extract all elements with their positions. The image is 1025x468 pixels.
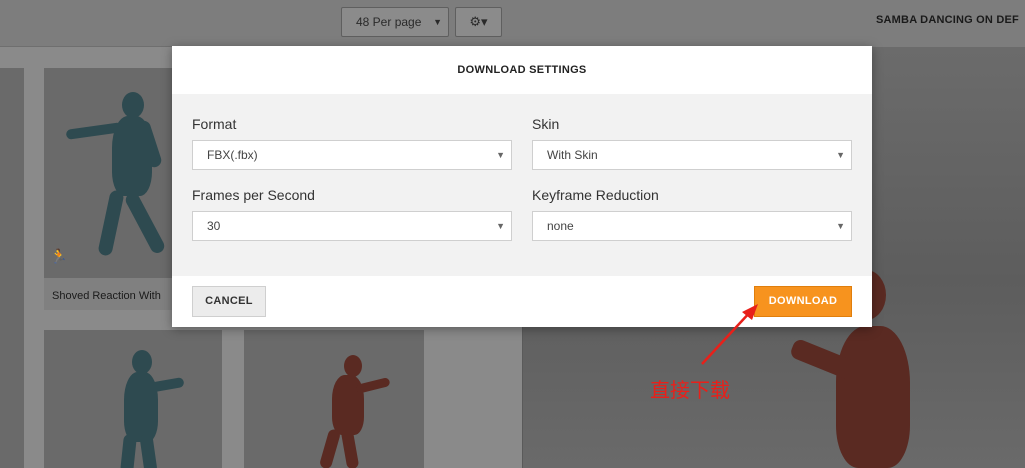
settings-button[interactable]: ⚙▾	[455, 7, 502, 37]
gear-icon: ⚙▾	[469, 14, 488, 29]
fps-value: 30	[207, 219, 221, 233]
annotation-text: 直接下载	[650, 378, 730, 402]
chevron-down-icon: ▼	[496, 221, 505, 231]
chevron-down-icon: ▼	[836, 150, 845, 160]
dialog-title: DOWNLOAD SETTINGS	[457, 64, 587, 76]
chevron-down-icon: ▼	[836, 221, 845, 231]
per-page-select[interactable]: 48 Per page ▼	[341, 7, 449, 37]
keyframe-reduction-label: Keyframe Reduction	[532, 187, 659, 203]
grid-toolbar: 48 Per page ▼ ⚙▾	[0, 0, 522, 47]
keyframe-reduction-value: none	[547, 219, 574, 233]
chevron-down-icon: ▼	[496, 150, 505, 160]
fps-select[interactable]: 30 ▼	[192, 211, 512, 241]
skin-value: With Skin	[547, 148, 598, 162]
download-settings-dialog: DOWNLOAD SETTINGS Format FBX(.fbx) ▼ Ski…	[172, 46, 872, 327]
skin-label: Skin	[532, 116, 560, 132]
per-page-label: 48 Per page	[356, 15, 422, 29]
format-select[interactable]: FBX(.fbx) ▼	[192, 140, 512, 170]
grid-tile[interactable]	[0, 68, 24, 330]
grid-tile[interactable]	[0, 330, 24, 468]
skin-select[interactable]: With Skin ▼	[532, 140, 852, 170]
dialog-body: Format FBX(.fbx) ▼ Skin With Skin ▼ Fram…	[172, 94, 872, 276]
preview-title: SAMBA DANCING ON DEF	[876, 14, 1019, 26]
cancel-button[interactable]: CANCEL	[192, 286, 266, 317]
running-figure-icon: 🏃	[50, 248, 68, 264]
format-label: Format	[192, 116, 237, 132]
chevron-down-icon: ▼	[433, 17, 442, 27]
format-value: FBX(.fbx)	[207, 148, 258, 162]
annotation-arrow	[701, 304, 758, 365]
keyframe-reduction-select[interactable]: none ▼	[532, 211, 852, 241]
fps-label: Frames per Second	[192, 187, 315, 203]
